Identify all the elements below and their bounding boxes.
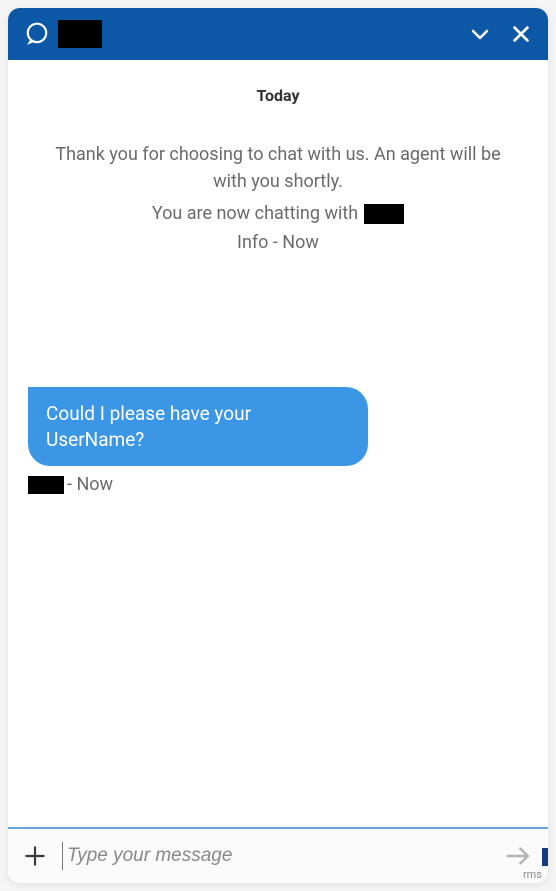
chat-input-bar [8, 829, 548, 883]
system-welcome-message: Thank you for choosing to chat with us. … [28, 141, 528, 195]
agent-name-redacted [364, 204, 404, 224]
chat-body: Today Thank you for choosing to chat wit… [8, 60, 548, 827]
chat-window: Today Thank you for choosing to chat wit… [8, 8, 548, 883]
agent-message-meta: - Now [28, 474, 113, 495]
close-button[interactable] [510, 23, 532, 45]
header-left [24, 20, 102, 48]
header-title-redacted [58, 20, 102, 48]
now-chatting-prefix: You are now chatting with [152, 203, 358, 224]
system-now-chatting: You are now chatting with [28, 203, 528, 224]
date-label: Today [28, 86, 528, 105]
minimize-button[interactable] [468, 22, 492, 46]
agent-message-bubble: Could I please have your UserName? [28, 387, 368, 466]
chat-bubble-icon [24, 21, 50, 47]
chat-header [8, 8, 548, 60]
message-input[interactable] [62, 842, 490, 870]
agent-meta-time: - Now [67, 474, 113, 495]
system-meta: Info - Now [28, 232, 528, 253]
header-right [468, 22, 532, 46]
attach-button[interactable] [22, 843, 48, 869]
agent-message: Could I please have your UserName? - Now [28, 387, 528, 495]
agent-name-redacted-small [28, 476, 64, 494]
send-button[interactable] [504, 841, 534, 871]
